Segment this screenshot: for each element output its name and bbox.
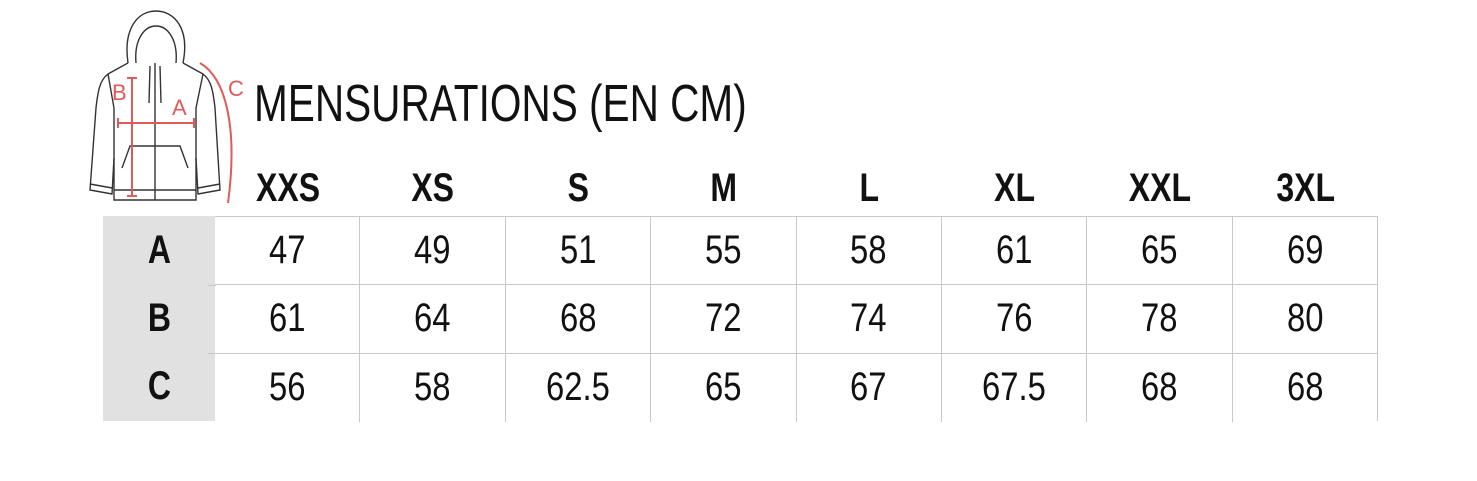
size-header: 3XL — [1275, 165, 1335, 210]
table-row: 47 49 51 55 58 61 65 69 — [215, 217, 1377, 286]
size-header: S — [567, 165, 590, 210]
table-cell: 61 — [215, 285, 361, 353]
size-header: XL — [994, 165, 1036, 210]
table-cell: 76 — [942, 285, 1088, 353]
table-cell: 61 — [942, 217, 1088, 285]
row-label-c: C — [147, 364, 171, 409]
table-row: 61 64 68 72 74 76 78 80 — [215, 285, 1377, 354]
table-cell: 78 — [1087, 285, 1233, 353]
table-cell: 58 — [360, 353, 506, 422]
size-header: XS — [411, 165, 455, 210]
table-cell: 74 — [797, 285, 942, 353]
table-cell: 47 — [215, 217, 361, 285]
table-cell: 72 — [651, 285, 797, 353]
table-cell: 65 — [1087, 217, 1233, 285]
page-title: MENSURATIONS (EN CM) — [254, 75, 747, 133]
table-cell: 56 — [215, 353, 361, 422]
table-cell: 64 — [360, 285, 506, 353]
row-label-a: A — [147, 227, 171, 272]
size-header: XXS — [255, 165, 320, 210]
table-cell: 68 — [1087, 353, 1233, 422]
table-cell: 58 — [797, 217, 942, 285]
diagram-label-b: B — [112, 80, 127, 105]
size-table: 47 49 51 55 58 61 65 69 61 64 68 72 74 7… — [215, 216, 1378, 422]
size-header: M — [710, 165, 738, 210]
table-cell: 67 — [797, 353, 942, 422]
table-cell: 51 — [506, 217, 652, 285]
size-header: XXL — [1128, 165, 1192, 210]
table-cell: 49 — [360, 217, 506, 285]
row-label-b: B — [147, 295, 171, 340]
size-header: L — [859, 165, 879, 210]
table-row: 56 58 62.5 65 67 67.5 68 68 — [215, 353, 1377, 422]
diagram-label-a: A — [172, 95, 187, 120]
table-cell: 80 — [1286, 296, 1324, 341]
table-cell: 68 — [1286, 365, 1324, 410]
diagram-label-c: C — [228, 76, 244, 101]
table-cell: 65 — [651, 353, 797, 422]
table-cell: 68 — [506, 285, 652, 353]
table-cell: 55 — [651, 217, 797, 285]
measurement-label-column: A B C — [103, 216, 215, 421]
table-cell: 67.5 — [942, 353, 1088, 422]
size-header-row: XXS XS S M L XL XXL 3XL — [215, 160, 1378, 216]
table-cell: 62.5 — [506, 353, 652, 422]
table-cell: 69 — [1286, 228, 1324, 273]
